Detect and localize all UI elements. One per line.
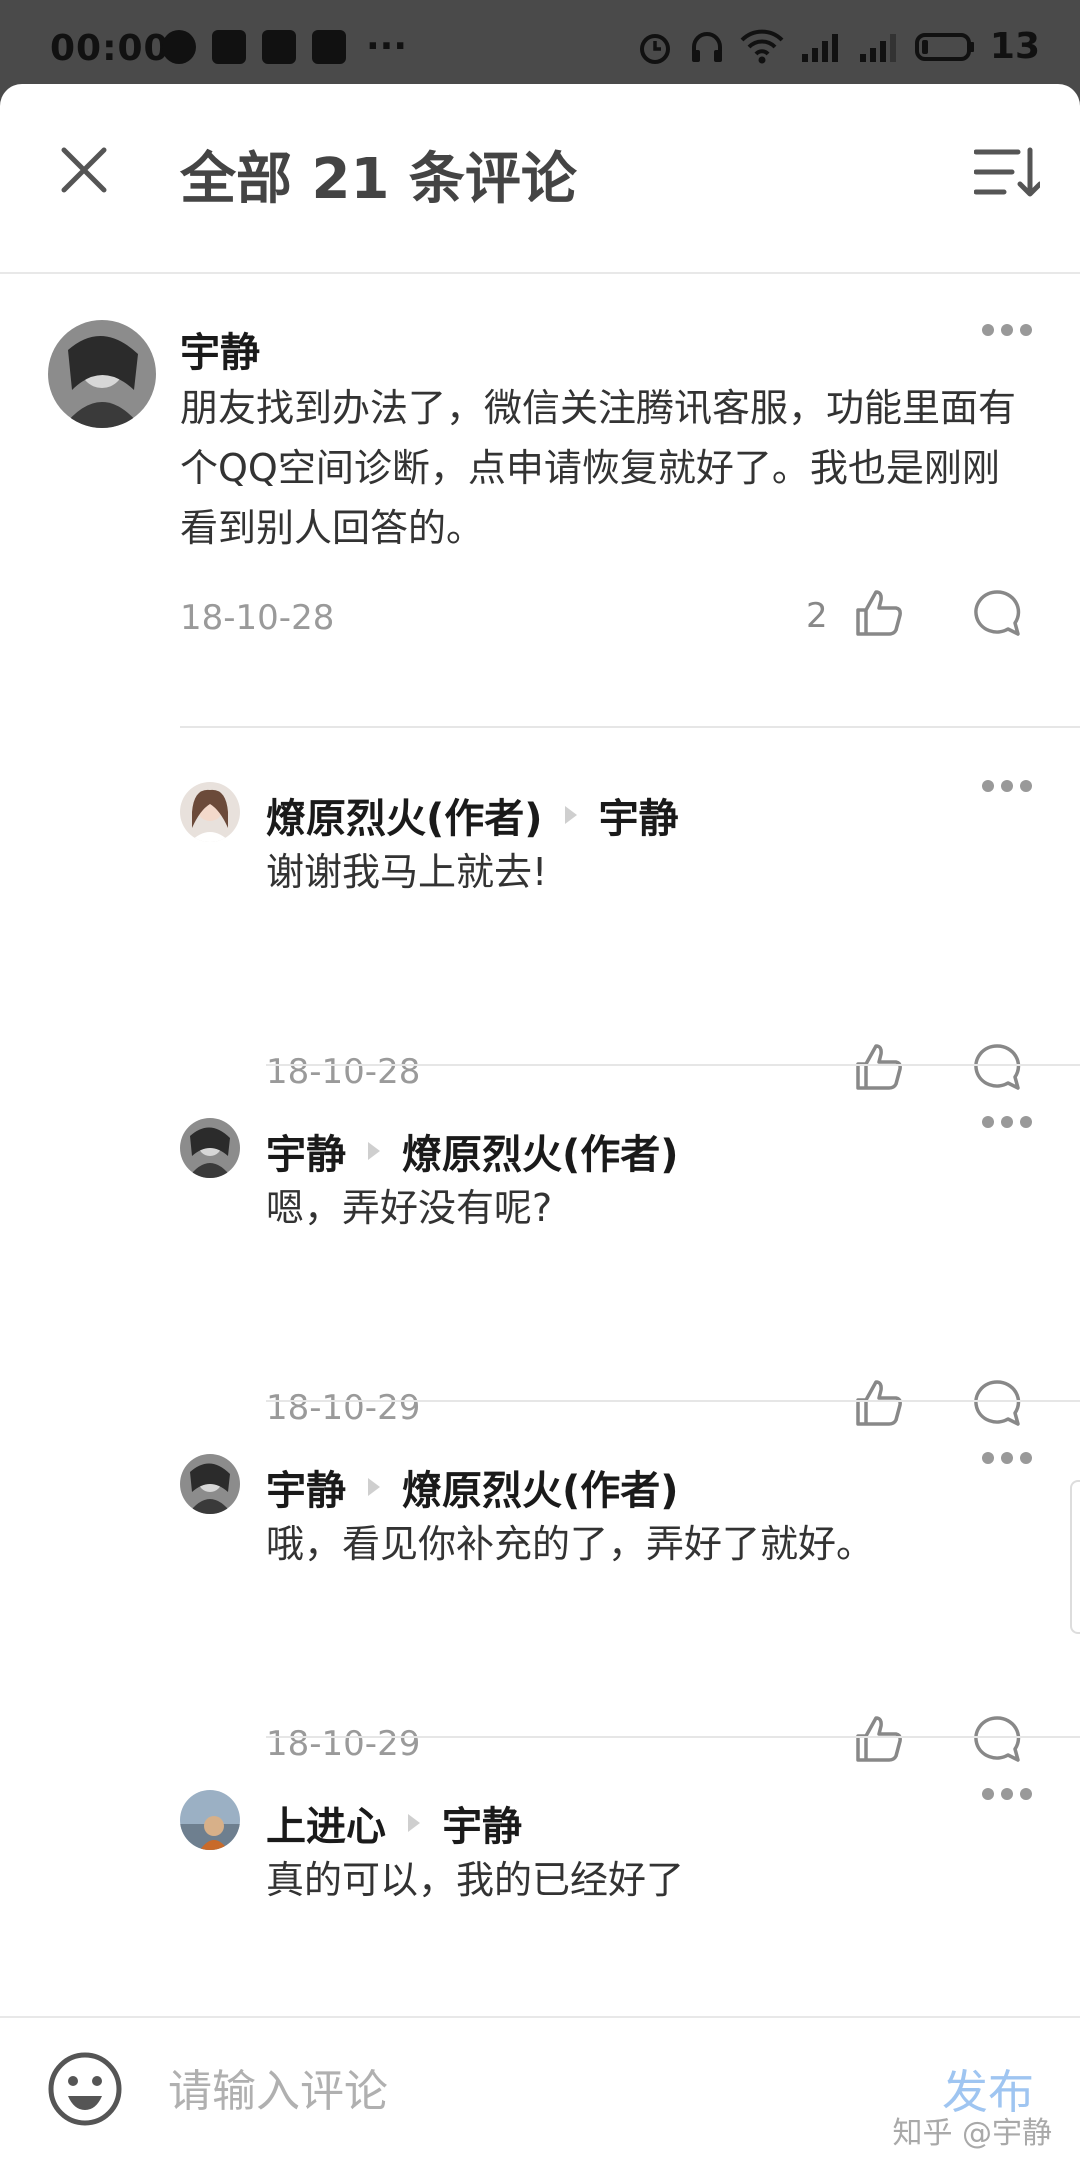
comment-text: 嗯，弄好没有呢? [266,1186,553,1230]
author-name[interactable]: 宇静 [180,320,260,378]
more-options-icon[interactable] [980,1450,1034,1466]
scrollbar-thumb[interactable] [1070,1480,1080,1634]
more-options-icon[interactable] [980,322,1034,338]
qq-icon [212,30,246,64]
comment-text: 谢谢我马上就去! [266,850,548,894]
comment-reply-item: 燎原烈火(作者) 宇静 谢谢我马上就去! 18-10-28 [0,774,1080,1104]
status-bar: 00:00 ··· 13 [0,0,1080,84]
battery-level: 13 [989,26,1040,67]
reply-arrow-icon [564,806,577,824]
comment-item: 宇静 朋友找到办法了，微信关注腾讯客服，功能里面有个QQ空间诊断，点申请恢复就好… [0,320,1080,820]
author-name[interactable]: 燎原烈火(作者) [266,786,543,844]
comment-text: 哦，看见你补充的了，弄好了就好。 [266,1522,875,1566]
like-icon[interactable] [854,1042,904,1092]
battery-icon [914,32,974,61]
comment-author[interactable]: 宇静 [180,320,260,378]
comment-text: 真的可以，我的已经好了 [266,1858,685,1902]
more-options-icon[interactable] [980,1114,1034,1130]
comment-reply-item: 宇静 燎原烈火(作者) 嗯，弄好没有呢? 18-10-29 [0,1110,1080,1440]
notification-icons: ··· [162,26,408,67]
signal-4g-icon [801,33,838,62]
reply-to-name[interactable]: 宇静 [599,786,679,844]
author-name[interactable]: 宇静 [266,1122,346,1180]
more-options-icon[interactable] [980,1786,1034,1802]
reply-icon[interactable] [972,1378,1022,1428]
avatar[interactable] [180,782,240,842]
wifi-icon [740,29,784,63]
divider [266,1064,1080,1066]
comment-time: 18-10-28 [180,598,335,638]
reply-to-name[interactable]: 宇静 [442,1794,522,1852]
reply-arrow-icon [408,1814,420,1832]
reply-arrow-icon [368,1142,380,1160]
news-icon [312,30,346,64]
reply-to-name[interactable]: 燎原烈火(作者) [402,1458,679,1516]
signal-4g-icon [859,33,896,62]
like-count: 2 [806,596,828,636]
avatar[interactable] [180,1118,240,1178]
reply-icon[interactable] [972,1042,1022,1092]
close-icon[interactable] [56,142,112,198]
alarm-icon [639,33,670,64]
comment-author: 宇静 燎原烈火(作者) [266,1458,679,1516]
reply-to-name[interactable]: 燎原烈火(作者) [402,1122,679,1180]
comment-text: 朋友找到办法了，微信关注腾讯客服，功能里面有个QQ空间诊断，点申请恢复就好了。我… [180,386,1017,550]
sort-icon[interactable] [974,144,1040,200]
headset-icon [691,31,722,62]
status-time: 00:00 [50,28,170,69]
comments-sheet: 全部 21 条评论 宇静 朋友找到办法了，微信关注腾讯客服，功能里面有个QQ空间… [0,84,1080,2160]
comment-author: 上进心 宇静 [266,1794,522,1852]
emoji-icon[interactable] [46,2050,124,2128]
watermark: 知乎 @宇静 [892,2116,1052,2151]
system-icons: 13 [636,26,1040,67]
comment-author: 燎原烈火(作者) 宇静 [266,786,679,844]
comments-header: 全部 21 条评论 [0,84,1080,274]
like-icon[interactable] [854,588,904,638]
like-icon[interactable] [854,1378,904,1428]
comment-composer: 发布 知乎 @宇静 [0,2016,1080,2160]
divider [180,726,1080,728]
comment-reply-item: 宇静 燎原烈火(作者) 哦，看见你补充的了，弄好了就好。 18-10-29 [0,1446,1080,1776]
more-notifications-icon: ··· [366,26,408,67]
divider [266,1736,1080,1738]
comment-time: 18-10-28 [266,1052,421,1092]
comment-time: 18-10-29 [266,1724,421,1764]
comment-input[interactable] [166,2060,810,2122]
avatar[interactable] [180,1790,240,1850]
reply-icon[interactable] [972,1714,1022,1764]
message-bubble-icon [162,30,196,64]
more-options-icon[interactable] [980,778,1034,794]
comment-time: 18-10-29 [266,1388,421,1428]
reply-icon[interactable] [972,588,1022,638]
avatar[interactable] [180,1454,240,1514]
reply-arrow-icon [368,1478,380,1496]
comment-author: 宇静 燎原烈火(作者) [266,1122,679,1180]
author-name[interactable]: 宇静 [266,1458,346,1516]
like-icon[interactable] [854,1714,904,1764]
avatar[interactable] [48,320,156,428]
divider [266,1400,1080,1402]
weibo-icon [262,30,296,64]
page-title: 全部 21 条评论 [180,147,577,212]
author-name[interactable]: 上进心 [266,1794,386,1852]
